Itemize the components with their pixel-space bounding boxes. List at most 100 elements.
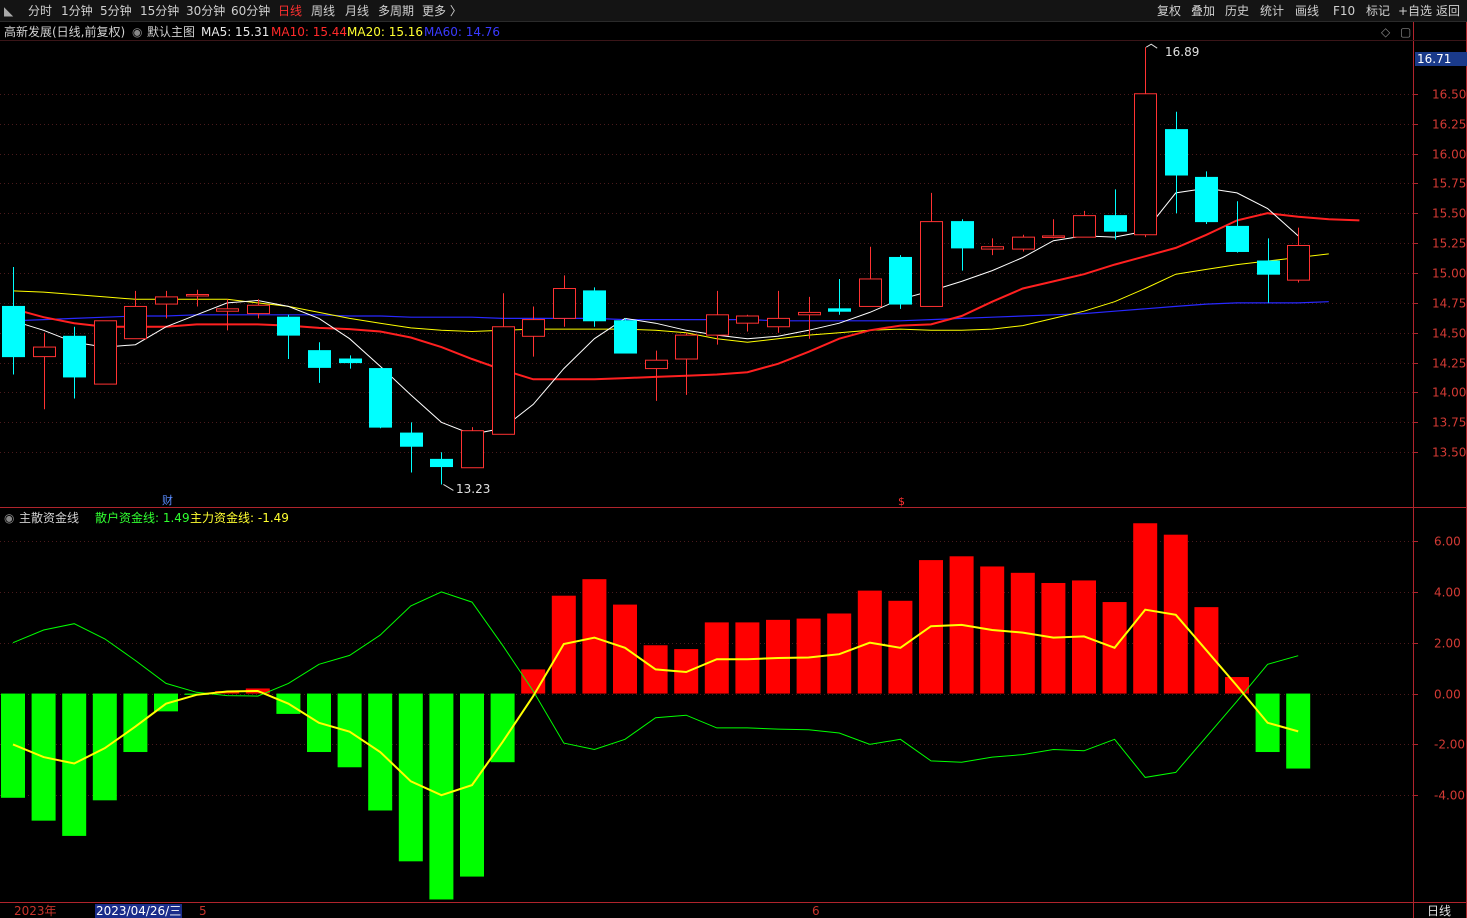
candle-body [33, 346, 56, 358]
candle-body [889, 256, 912, 305]
candle-body [1195, 176, 1218, 223]
price-tick-label: 14.25 [1432, 357, 1466, 371]
candle-body [614, 320, 637, 354]
candle-body [155, 296, 178, 305]
stock-title: 高新发展(日线,前复权) [4, 25, 126, 39]
year-label: 2023年 [14, 904, 57, 918]
candle-body [553, 288, 576, 319]
candle-body [1226, 225, 1249, 252]
candle-body [1042, 235, 1065, 238]
flow-bar [337, 693, 362, 768]
candle-body [1012, 236, 1035, 250]
flow-tick-label: 4.00 [1434, 586, 1461, 600]
price-tick-label: 14.50 [1432, 327, 1466, 341]
sub-indicator-settings-icon[interactable]: ◉ [4, 510, 14, 526]
price-tick-label: 14.00 [1432, 386, 1466, 400]
month-6-label: 6 [812, 904, 820, 918]
flow-tick-label: -2.00 [1434, 738, 1465, 752]
candle-body [2, 305, 25, 358]
cursor-date-label: 2023/04/26/三 [95, 904, 183, 918]
candle-body [920, 221, 943, 307]
high-leader-line [1145, 43, 1158, 49]
flow-bar [429, 693, 454, 900]
candle-body [247, 304, 270, 315]
candle-body [124, 305, 147, 340]
flow-bar [154, 693, 178, 712]
flow-bar [1, 693, 25, 798]
candle-body [522, 319, 545, 337]
candle-body [186, 293, 209, 297]
candle-body [369, 368, 392, 428]
price-tick-label: 15.25 [1432, 237, 1466, 251]
price-tick-label: 13.50 [1432, 446, 1466, 460]
price-tick-label: 16.00 [1432, 148, 1466, 162]
period-indicator: 日线 [1427, 904, 1452, 918]
flow-bar [766, 619, 790, 694]
candle-body [1257, 260, 1280, 275]
flow-tick-label: 0.00 [1434, 688, 1461, 702]
candle-body [1073, 215, 1096, 238]
candle-body [1104, 215, 1127, 232]
candle-body [951, 221, 974, 249]
candle-body [1134, 93, 1157, 236]
ma60-label: MA60: 14.76 [424, 25, 501, 39]
candle-body [675, 334, 698, 360]
flow-bar [398, 693, 423, 862]
flow-bar [613, 604, 637, 694]
flow-tick-label: 6.00 [1434, 535, 1461, 549]
price-tick-label: 15.75 [1432, 177, 1466, 191]
kline-chart[interactable]: 13.50 13.75 14.00 14.25 14.50 14.75 15.00 15.25… [0, 0, 1467, 918]
candle-body [94, 320, 117, 385]
flow-bar [582, 579, 607, 694]
ma10-label: MA10: 15.44 [271, 25, 348, 39]
retail-flow-label: 散户资金线: 1.49 [95, 511, 190, 525]
flow-bar [1133, 523, 1158, 694]
candle-body [63, 335, 86, 378]
candle-body [216, 308, 239, 312]
flow-bar [92, 693, 117, 801]
candle-body [981, 246, 1004, 250]
candle-body [706, 314, 729, 336]
financial-report-marker[interactable]: 财 [162, 493, 173, 509]
high-price-marker: 16.89 [1165, 45, 1200, 59]
candle-body [400, 432, 423, 447]
price-tick-label: 16.25 [1432, 118, 1466, 132]
panel-icon[interactable]: ▢ [1400, 24, 1411, 40]
flow-tick-label: -4.00 [1434, 789, 1465, 803]
candle-body [767, 317, 790, 328]
ma20-line [12, 253, 1329, 343]
candle-body [461, 430, 484, 469]
flow-tick-label: 2.00 [1434, 637, 1461, 651]
dividend-marker[interactable]: $ [898, 494, 905, 510]
candle-body [645, 359, 668, 370]
candle-body [308, 350, 331, 368]
month-5-label: 5 [199, 904, 207, 918]
current-price-tag: 16.71 [1415, 52, 1467, 66]
flow-bar [123, 693, 148, 753]
candle-body [277, 316, 300, 336]
ma60-line [12, 301, 1329, 322]
candle-body [430, 458, 453, 468]
main-flow-label: 主力资金线: -1.49 [190, 511, 289, 525]
price-tick-label: 15.50 [1432, 207, 1466, 221]
flow-bar [62, 693, 87, 836]
sub-indicator-title[interactable]: 主散资金线 [19, 510, 79, 526]
indicator-name[interactable]: 默认主图 [147, 24, 195, 40]
candle-body [339, 358, 362, 364]
price-tick-label: 14.75 [1432, 297, 1466, 311]
candle-body [828, 308, 851, 312]
price-tick-label: 16.50 [1432, 88, 1466, 102]
price-tick-label: 15.00 [1432, 267, 1466, 281]
ma5-label: MA5: 15.31 [201, 25, 270, 39]
low-leader-line [443, 484, 454, 491]
candle-body [736, 315, 759, 324]
candle-body [1287, 245, 1310, 281]
candle-body [859, 278, 882, 307]
diamond-icon[interactable]: ◇ [1381, 24, 1390, 40]
indicator-settings-icon[interactable]: ◉ [132, 24, 142, 40]
flow-bar [704, 622, 729, 694]
ma20-label: MA20: 15.16 [347, 25, 424, 39]
candle-body [583, 290, 606, 322]
candle-body [492, 326, 515, 435]
candle-body [1165, 129, 1188, 176]
